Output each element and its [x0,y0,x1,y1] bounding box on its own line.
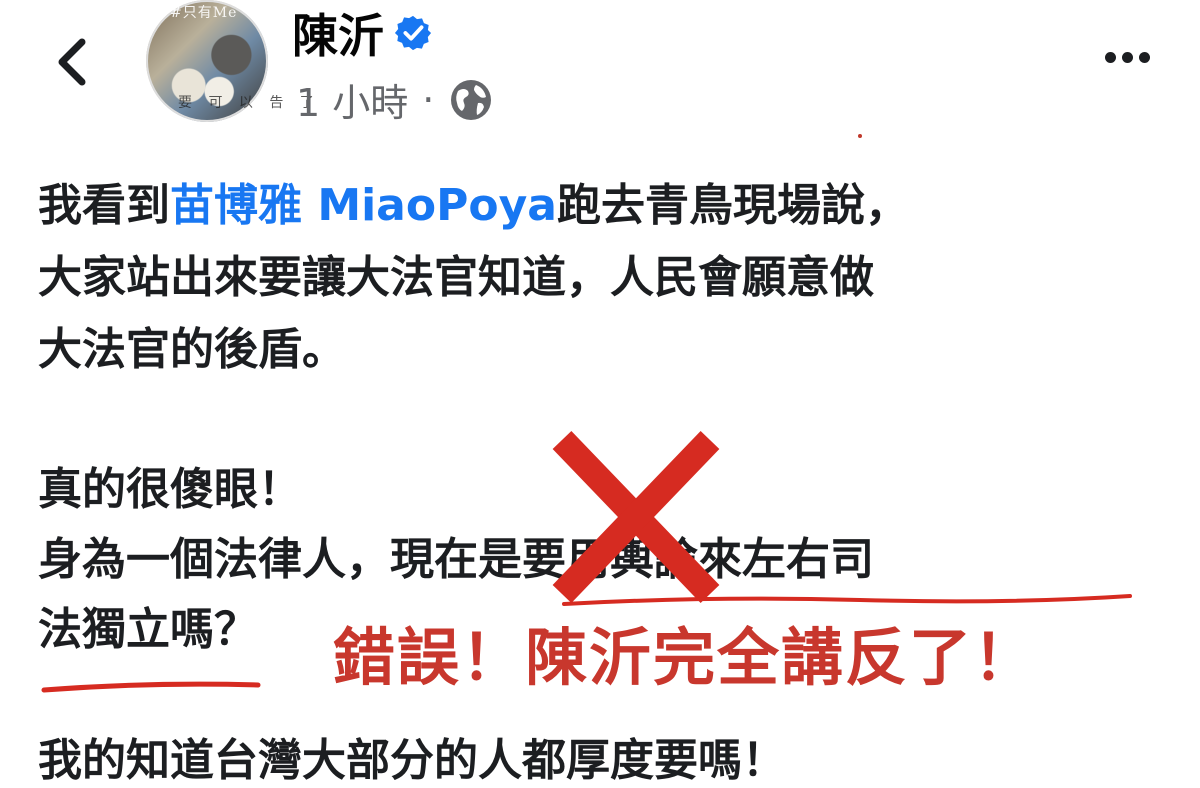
red-underline [562,594,1132,606]
more-dot [1121,51,1133,63]
post-line-6: 法獨立嗎？ [38,604,258,655]
post-line-2: 大家站出來要讓大法官知道，人民會願意做 [38,252,874,303]
more-options-button[interactable] [1098,40,1156,74]
globe-icon[interactable] [448,77,494,123]
post-text: 跑去青鳥現場說， [556,180,909,231]
post-time[interactable]: 1 小時 [296,72,408,127]
more-horizontal-icon [1104,51,1116,63]
meta-separator: · [422,77,435,122]
author-name: 陳沂 [292,9,384,63]
mention-link[interactable]: 苗博雅 MiaoPoya [170,180,557,231]
avatar-caption-top: #只有Me [170,5,238,21]
correction-annotation: 錯誤！陳沂完全講反了！ [333,621,1038,694]
post-line-5: 身為一個法律人，現在是要用輿論來左右司 [38,534,874,585]
red-speck [858,134,862,138]
verified-badge-icon [394,15,432,51]
post-line-3: 大法官的後盾。 [38,324,346,375]
post-line-7-partial: 我的知道台灣大部分的人都厚度要嗎！ [38,735,786,786]
post-line-4: 真的很傻眼！ [38,464,302,515]
post-text: 我看到 [38,180,170,231]
red-underline-short [41,681,261,693]
post-line-1: 我看到苗博雅 MiaoPoya跑去青鳥現場說， [38,178,909,234]
red-x-mark-icon [552,430,720,604]
author-name-link[interactable]: 陳沂 [292,0,432,66]
back-button[interactable] [46,28,102,92]
more-dot [1138,51,1150,63]
chevron-left-icon [58,38,86,86]
post-meta: 1 小時 · [296,72,494,127]
